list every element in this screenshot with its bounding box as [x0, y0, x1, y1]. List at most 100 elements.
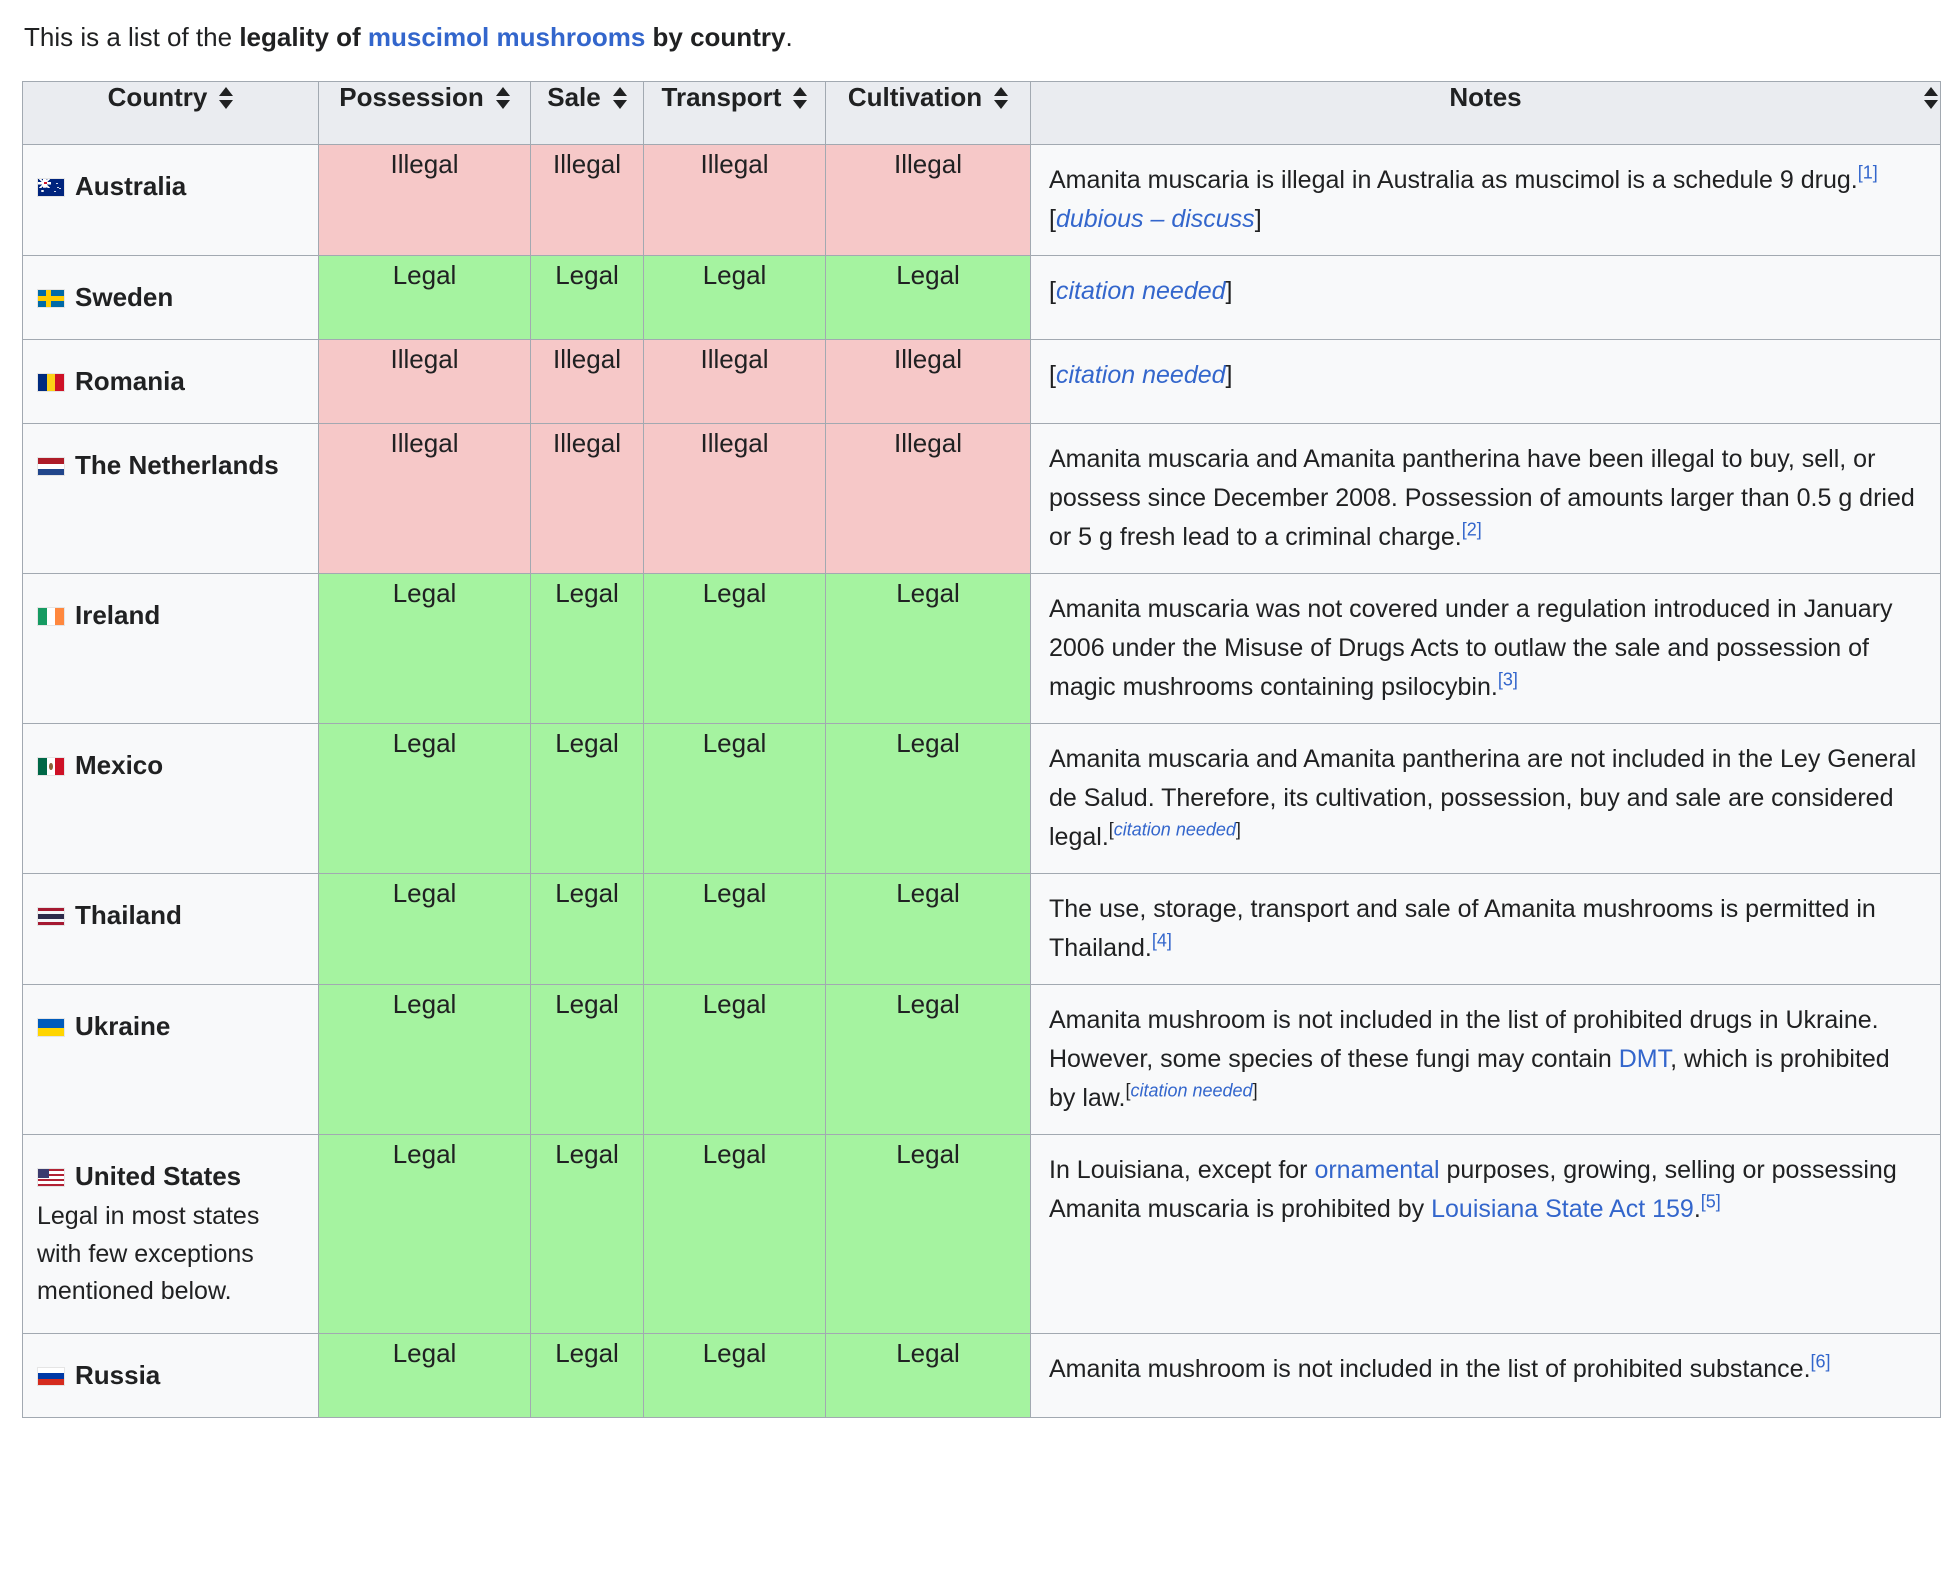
- notes-text: The use, storage, transport and sale of …: [1031, 874, 1940, 984]
- country-label: Ukraine: [75, 1011, 170, 1041]
- possession-cell: Illegal: [319, 145, 531, 256]
- citation-needed-link[interactable]: citation needed: [1056, 361, 1226, 389]
- status-value: Legal: [319, 1135, 530, 1173]
- muscimol-mushrooms-link[interactable]: muscimol mushrooms: [368, 22, 645, 52]
- notes-fragment: The use, storage, transport and sale of …: [1049, 895, 1876, 962]
- country-name: Sweden: [37, 282, 173, 312]
- dubious-tag[interactable]: [dubious – discuss]: [1049, 205, 1262, 233]
- notes-inline-link[interactable]: ornamental: [1314, 1156, 1439, 1184]
- flag-mexico-icon: [37, 757, 65, 776]
- status-value: Legal: [826, 256, 1030, 294]
- lead-paragraph: This is a list of the legality of muscim…: [24, 18, 1936, 57]
- column-header-transport[interactable]: Transport: [644, 82, 826, 145]
- column-header-possession[interactable]: Possession: [319, 82, 531, 145]
- notes-cell: Amanita mushroom is not included in the …: [1031, 985, 1941, 1135]
- status-value: Illegal: [531, 145, 643, 183]
- sort-icon[interactable]: [496, 87, 510, 109]
- column-header-cultivation[interactable]: Cultivation: [826, 82, 1031, 145]
- reference-label[interactable]: [4]: [1152, 931, 1172, 951]
- status-value: Legal: [319, 724, 530, 762]
- reference-label[interactable]: [5]: [1701, 1192, 1721, 1212]
- citation-needed-link[interactable]: citation needed: [1130, 1081, 1252, 1101]
- possession-cell: Legal: [319, 574, 531, 724]
- reference-link[interactable]: [4]: [1152, 931, 1172, 951]
- sort-icon[interactable]: [994, 87, 1008, 109]
- column-header-sale[interactable]: Sale: [531, 82, 644, 145]
- notes-text: [citation needed]: [1031, 340, 1940, 411]
- column-header-country[interactable]: Country: [23, 82, 319, 145]
- notes-inline-link[interactable]: DMT: [1619, 1045, 1670, 1073]
- status-value: Legal: [644, 874, 825, 912]
- country-label: Russia: [75, 1360, 160, 1390]
- sort-icon[interactable]: [1924, 87, 1938, 109]
- reference-link[interactable]: [6]: [1811, 1351, 1831, 1371]
- notes-inline-link[interactable]: Louisiana State Act 159: [1431, 1195, 1694, 1223]
- sort-icon[interactable]: [219, 87, 233, 109]
- transport-cell: Legal: [644, 1333, 826, 1417]
- column-header-notes[interactable]: Notes: [1031, 82, 1941, 145]
- flag-russia-icon: [37, 1367, 65, 1386]
- notes-fragment: Amanita mushroom is not included in the …: [1049, 1355, 1811, 1383]
- legality-table: Country Possession Sale: [22, 81, 1941, 1418]
- citation-needed-tag[interactable]: [citation needed]: [1109, 820, 1241, 840]
- sort-icon[interactable]: [793, 87, 807, 109]
- possession-cell: Legal: [319, 985, 531, 1135]
- sale-cell: Legal: [531, 985, 644, 1135]
- possession-cell: Legal: [319, 1333, 531, 1417]
- country-name: Australia: [37, 171, 186, 201]
- citation-needed-tag[interactable]: [citation needed]: [1049, 277, 1233, 305]
- header-row: Country Possession Sale: [23, 82, 1941, 145]
- possession-cell: Legal: [319, 874, 531, 985]
- notes-text: Amanita muscaria is illegal in Australia…: [1031, 145, 1940, 255]
- country-label: Australia: [75, 171, 186, 201]
- reference-link[interactable]: [5]: [1701, 1192, 1721, 1212]
- bracket: [: [1049, 205, 1056, 233]
- status-value: Illegal: [826, 340, 1030, 378]
- reference-label[interactable]: [2]: [1462, 520, 1482, 540]
- bracket: [: [1049, 277, 1056, 305]
- lead-text-after: .: [785, 22, 792, 52]
- notes-text: Amanita mushroom is not included in the …: [1031, 985, 1940, 1134]
- cultivation-cell: Legal: [826, 724, 1031, 874]
- cultivation-cell: Illegal: [826, 340, 1031, 424]
- column-header-possession-label: Possession: [339, 82, 484, 113]
- reference-link[interactable]: [2]: [1462, 520, 1482, 540]
- country-label: The Netherlands: [75, 450, 279, 480]
- notes-cell: Amanita mushroom is not included in the …: [1031, 1333, 1941, 1417]
- dubious-discuss-link[interactable]: dubious – discuss: [1056, 205, 1255, 233]
- flag-thailand-icon: [37, 907, 65, 926]
- country-cell: Sweden: [23, 256, 319, 340]
- flag-ireland-icon: [37, 607, 65, 626]
- sale-cell: Legal: [531, 256, 644, 340]
- flag-ukraine-icon: [37, 1018, 65, 1037]
- notes-fragment: Amanita muscaria was not covered under a…: [1049, 595, 1893, 701]
- citation-needed-link[interactable]: citation needed: [1056, 277, 1226, 305]
- status-value: Illegal: [826, 424, 1030, 462]
- country-label: Romania: [75, 366, 185, 396]
- reference-label[interactable]: [3]: [1498, 670, 1518, 690]
- column-header-notes-label: Notes: [1449, 82, 1521, 113]
- page-container: This is a list of the legality of muscim…: [0, 0, 1958, 1418]
- flag-united-states-icon: [37, 1168, 65, 1187]
- notes-cell: [citation needed]: [1031, 340, 1941, 424]
- reference-link[interactable]: [1]: [1858, 163, 1878, 183]
- citation-needed-tag[interactable]: [citation needed]: [1125, 1081, 1257, 1101]
- reference-label[interactable]: [1]: [1858, 163, 1878, 183]
- status-value: Legal: [644, 1135, 825, 1173]
- status-value: Legal: [319, 574, 530, 612]
- status-value: Legal: [319, 1334, 530, 1372]
- status-value: Legal: [531, 985, 643, 1023]
- reference-link[interactable]: [3]: [1498, 670, 1518, 690]
- cultivation-cell: Illegal: [826, 424, 1031, 574]
- sale-cell: Legal: [531, 874, 644, 985]
- possession-cell: Illegal: [319, 340, 531, 424]
- citation-needed-link[interactable]: citation needed: [1114, 820, 1236, 840]
- status-value: Illegal: [644, 145, 825, 183]
- column-header-cultivation-label: Cultivation: [848, 82, 982, 113]
- notes-cell: Amanita muscaria is illegal in Australia…: [1031, 145, 1941, 256]
- country-name: Mexico: [37, 750, 163, 780]
- reference-label[interactable]: [6]: [1811, 1351, 1831, 1371]
- citation-needed-tag[interactable]: [citation needed]: [1049, 361, 1233, 389]
- notes-text: Amanita muscaria was not covered under a…: [1031, 574, 1940, 723]
- sort-icon[interactable]: [613, 87, 627, 109]
